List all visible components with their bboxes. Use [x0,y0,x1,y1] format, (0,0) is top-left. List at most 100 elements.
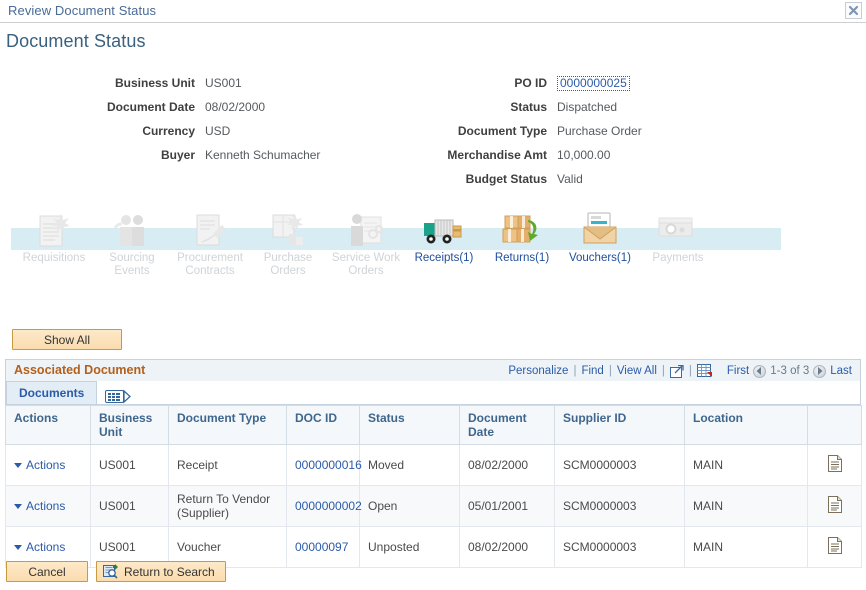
personalize-link[interactable]: Personalize [508,365,568,377]
window-title: Review Document Status [8,3,156,18]
field-value-po-id[interactable]: 0000000025 [557,76,630,91]
last-page-link[interactable]: Last [830,365,852,377]
field-document-type: Document Type Purchase Order [430,124,866,139]
show-all-button[interactable]: Show All [12,329,122,350]
chevron-down-icon[interactable] [14,504,22,509]
grid-title: Associated Document [14,363,145,377]
field-currency: Currency USD [0,124,430,139]
chevron-down-icon[interactable] [14,463,22,468]
actions-cell[interactable]: Actions [6,486,91,527]
return-to-search-label: Return to Search [124,565,215,579]
table-row: Actions US001 Receipt 0000000016 Moved 0… [6,445,862,486]
column-header-document-date[interactable]: Document Date [460,406,555,445]
field-value: Valid [557,172,583,186]
documents-table: Actions Business Unit Document Type DOC … [5,405,862,568]
actions-link[interactable]: Actions [26,540,65,554]
tab-documents[interactable]: Documents [6,381,97,404]
previous-page-icon[interactable] [753,365,766,378]
view-all-link[interactable]: View All [617,365,657,377]
doc-id-link[interactable]: 0000000016 [295,458,362,472]
download-to-excel-icon[interactable] [697,364,713,378]
header-fields-left: Business Unit US001 Document Date 08/02/… [0,76,430,172]
field-label: PO ID [430,76,557,90]
return-to-search-button[interactable]: Return to Search [96,561,226,582]
document-page-icon[interactable] [808,527,862,568]
field-value: Kenneth Schumacher [205,148,320,162]
cell-location: MAIN [685,527,808,568]
cell-supplier-id: SCM0000003 [555,486,685,527]
page-range-indicator: 1-3 of 3 [770,365,809,377]
flow-step-vouchers[interactable]: Vouchers(1) [561,212,639,265]
flow-step-label[interactable]: Returns(1) [483,252,561,265]
find-link[interactable]: Find [581,365,603,377]
cell-doc-id: 0000000002 [287,486,360,527]
column-header-status[interactable]: Status [360,406,460,445]
field-value: Dispatched [557,100,617,114]
flow-step-label: Requisitions [15,252,93,265]
return-boxes-icon[interactable] [483,212,561,250]
next-page-icon[interactable] [813,365,826,378]
column-header-doc-id[interactable]: DOC ID [287,406,360,445]
field-value: 08/02/2000 [205,100,265,114]
column-header-supplier-id[interactable]: Supplier ID [555,406,685,445]
doc-id-link[interactable]: 00000097 [295,540,348,554]
flow-step-requisitions: Requisitions [15,212,93,265]
grid-header: Associated Document Personalize | Find |… [5,359,861,381]
flow-step-payments: Payments [639,212,717,265]
cell-business-unit: US001 [91,445,169,486]
close-icon[interactable] [845,2,862,19]
separator: | [573,365,576,377]
two-people-icon [93,212,171,250]
separator: | [609,365,612,377]
first-page-link[interactable]: First [727,365,749,377]
cell-status: Open [360,486,460,527]
show-all-columns-icon[interactable] [105,389,131,404]
open-new-window-icon[interactable] [670,365,684,378]
field-document-date: Document Date 08/02/2000 [0,100,430,115]
show-all-wrap: Show All [12,329,122,350]
flow-step-receipts[interactable]: Receipts(1) [405,212,483,265]
document-page-icon[interactable] [808,445,862,486]
cell-status: Moved [360,445,460,486]
cell-location: MAIN [685,445,808,486]
cell-document-date: 05/01/2001 [460,486,555,527]
field-label: Currency [0,124,205,138]
field-buyer: Buyer Kenneth Schumacher [0,148,430,163]
contract-pen-icon [171,212,249,250]
field-label: Buyer [0,148,205,162]
document-status-page: Review Document Status Document Status B… [0,0,866,590]
column-header-document-type[interactable]: Document Type [169,406,287,445]
flow-step-returns[interactable]: Returns(1) [483,212,561,265]
return-to-search-icon [103,564,119,579]
separator: | [662,365,665,377]
delivery-truck-icon[interactable] [405,212,483,250]
actions-cell[interactable]: Actions [6,445,91,486]
envelope-voucher-icon[interactable] [561,212,639,250]
flow-step-label[interactable]: Vouchers(1) [561,252,639,265]
table-row: Actions US001 Return To Vendor (Supplier… [6,486,862,527]
associated-document-grid: Associated Document Personalize | Find |… [5,359,861,568]
field-budget-status: Budget Status Valid [430,172,866,187]
field-label: Budget Status [430,172,557,186]
flow-step-label[interactable]: Receipts(1) [405,252,483,265]
field-value: US001 [205,76,242,90]
cell-doc-id: 00000097 [287,527,360,568]
column-header-actions[interactable]: Actions [6,406,91,445]
field-value: Purchase Order [557,124,642,138]
actions-link[interactable]: Actions [26,458,65,472]
cell-document-type: Receipt [169,445,287,486]
doc-id-link[interactable]: 0000000002 [295,499,362,513]
actions-link[interactable]: Actions [26,499,65,513]
field-value: USD [205,124,230,138]
column-header-location[interactable]: Location [685,406,808,445]
column-header-business-unit[interactable]: Business Unit [91,406,169,445]
field-merchandise-amt: Merchandise Amt 10,000.00 [430,148,866,163]
chevron-down-icon[interactable] [14,545,22,550]
window-titlebar: Review Document Status [0,0,866,23]
process-flow: Requisitions Sourcing Events [0,212,866,297]
money-icon [639,212,717,250]
flow-step-procurement-contracts: Procurement Contracts [171,212,249,278]
cancel-button[interactable]: Cancel [6,561,88,582]
flow-step-label: Purchase Orders [249,252,327,278]
document-page-icon[interactable] [808,486,862,527]
